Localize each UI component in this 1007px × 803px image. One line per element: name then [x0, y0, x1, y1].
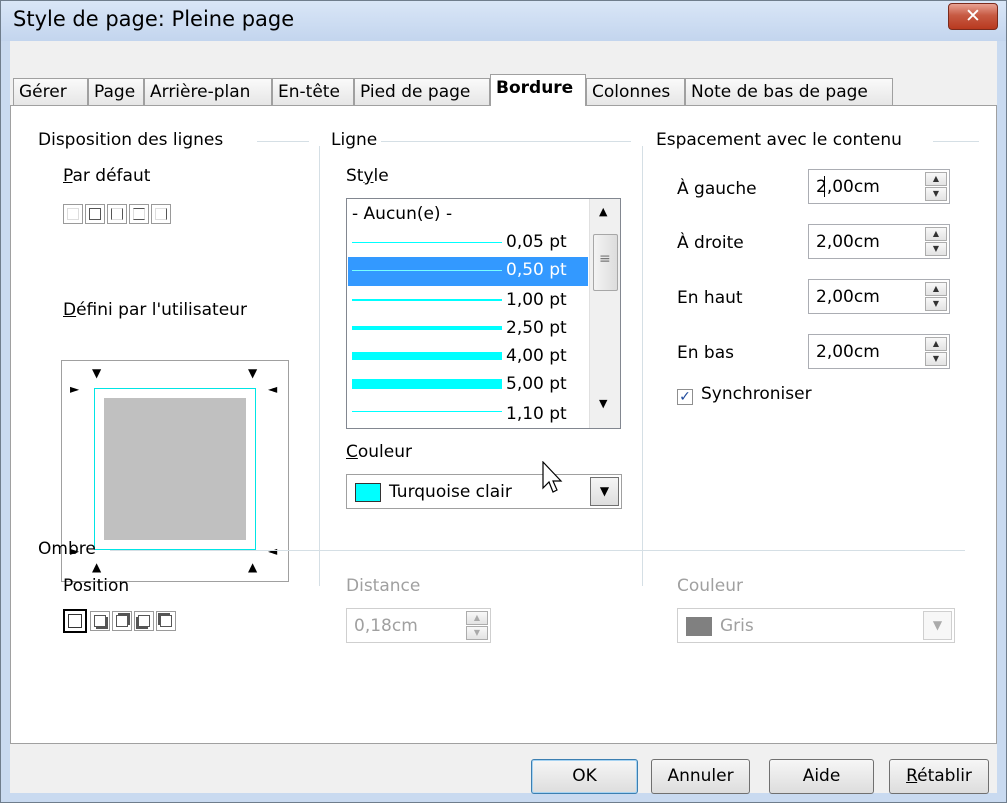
page-preview [104, 398, 246, 540]
scroll-up-icon[interactable]: ▲ [599, 205, 607, 218]
increment-icon[interactable]: ▲ [466, 611, 488, 625]
divider [110, 550, 965, 551]
line-style-item[interactable]: 5,00 pt [348, 371, 588, 400]
dialog-title: Style de page: Pleine page [13, 7, 295, 31]
style-label: Style [346, 166, 389, 186]
decrement-icon[interactable]: ▼ [925, 297, 947, 311]
mouse-pointer-icon [542, 461, 563, 493]
scroll-down-icon[interactable]: ▼ [599, 397, 607, 410]
left-spacing-field[interactable]: 2,00cm ▲ ▼ [808, 169, 950, 204]
chevron-down-icon[interactable]: ▼ [923, 611, 952, 640]
text-cursor [824, 176, 825, 197]
tab-arriere-plan[interactable]: Arrière-plan [144, 78, 272, 105]
decrement-icon[interactable]: ▼ [925, 187, 947, 201]
shadow-color-dropdown[interactable]: Gris ▼ [677, 608, 955, 643]
arrow-left-icon: ◄ [268, 382, 278, 396]
line-style-list[interactable]: - Aucun(e) - 0,05 pt 0,50 pt 1,00 pt 2,5… [346, 198, 621, 429]
chevron-down-icon[interactable]: ▼ [590, 477, 619, 506]
line-heading: Ligne [331, 130, 378, 150]
ok-button[interactable]: OK [531, 759, 638, 794]
dialog-window: Style de page: Pleine page ✕ Gérer Page … [0, 0, 1007, 803]
preset-none[interactable] [63, 204, 83, 224]
line-style-item[interactable]: 2,50 pt [348, 315, 588, 344]
shadow-top-right-option[interactable] [112, 611, 132, 631]
shadow-distance-label: Distance [346, 576, 421, 596]
spacing-heading: Espacement avec le contenu [656, 130, 902, 150]
line-style-item[interactable]: 0,05 pt [348, 229, 588, 258]
increment-icon[interactable]: ▲ [925, 227, 947, 241]
line-style-scrollbar[interactable]: ▲ ≡ ▼ [589, 199, 620, 428]
decrement-icon[interactable]: ▼ [925, 242, 947, 256]
divider [319, 146, 320, 586]
dialog-client: Gérer Page Arrière-plan En-tête Pied de … [10, 41, 997, 794]
arrow-up-icon: ▲ [92, 560, 102, 574]
right-spacing-label: À droite [677, 233, 744, 253]
line-style-item[interactable]: 1,10 pt [348, 401, 588, 428]
reset-button[interactable]: Rétablir [889, 759, 989, 794]
increment-icon[interactable]: ▲ [925, 337, 947, 351]
arrow-left-icon: ◄ [268, 544, 278, 558]
tab-note-de-bas-de-page[interactable]: Note de bas de page [685, 78, 893, 105]
tab-pied-de-page[interactable]: Pied de page [354, 78, 490, 105]
arrow-right-icon: ► [70, 382, 80, 396]
preset-top-bottom[interactable] [129, 204, 149, 224]
line-style-item[interactable]: - Aucun(e) - [348, 201, 588, 230]
close-button[interactable]: ✕ [948, 3, 998, 30]
shadow-heading: Ombre [38, 539, 96, 559]
increment-icon[interactable]: ▲ [925, 172, 947, 186]
color-swatch [686, 617, 712, 636]
arrow-down-icon: ▼ [92, 366, 102, 380]
line-arrangement-heading: Disposition des lignes [38, 130, 224, 150]
decrement-icon[interactable]: ▼ [466, 626, 488, 640]
help-button[interactable]: Aide [769, 759, 874, 794]
divider [257, 141, 309, 142]
color-label: Couleur [346, 442, 412, 462]
tab-bordure[interactable]: Bordure [490, 74, 586, 106]
default-label: Par défaut [63, 166, 151, 186]
increment-icon[interactable]: ▲ [925, 282, 947, 296]
tab-colonnes[interactable]: Colonnes [586, 78, 685, 105]
tab-gerer[interactable]: Gérer [13, 78, 88, 105]
divider [642, 146, 643, 586]
preset-box[interactable] [85, 204, 105, 224]
divider [933, 141, 979, 142]
synchronize-label: Synchroniser [701, 384, 812, 404]
shadow-bottom-left-option[interactable] [134, 611, 154, 631]
top-spacing-field[interactable]: 2,00cm ▲ ▼ [808, 279, 950, 314]
shadow-distance-field[interactable]: 0,18cm ▲ ▼ [346, 608, 491, 643]
shadow-bottom-right-option[interactable] [90, 611, 110, 631]
bottom-spacing-field[interactable]: 2,00cm ▲ ▼ [808, 334, 950, 369]
top-spacing-label: En haut [677, 288, 743, 308]
tab-en-tete[interactable]: En-tête [272, 78, 354, 105]
preset-left-right[interactable] [151, 204, 171, 224]
shadow-top-left-option[interactable] [156, 611, 176, 631]
left-spacing-label: À gauche [677, 179, 757, 199]
divider [381, 141, 631, 142]
line-style-item[interactable]: 1,00 pt [348, 287, 588, 316]
line-style-item[interactable]: 4,00 pt [348, 343, 588, 372]
user-defined-label: Défini par l'utilisateur [63, 300, 247, 320]
decrement-icon[interactable]: ▼ [925, 352, 947, 366]
right-spacing-field[interactable]: 2,00cm ▲ ▼ [808, 224, 950, 259]
color-swatch [355, 483, 381, 502]
line-color-dropdown[interactable]: Turquoise clair ▼ [346, 474, 622, 509]
title-bar: Style de page: Pleine page ✕ [1, 1, 1006, 41]
tab-page[interactable]: Page [88, 78, 144, 105]
arrow-up-icon: ▲ [248, 560, 258, 574]
arrow-down-icon: ▼ [248, 366, 258, 380]
line-style-item-selected[interactable]: 0,50 pt [348, 257, 588, 286]
cancel-button[interactable]: Annuler [651, 759, 750, 794]
shadow-position-label: Position [63, 576, 130, 596]
scroll-thumb[interactable]: ≡ [593, 234, 618, 291]
preset-box-lines[interactable] [107, 204, 127, 224]
shadow-none-option[interactable] [63, 609, 87, 633]
shadow-color-label: Couleur [677, 576, 743, 596]
bottom-spacing-label: En bas [677, 343, 734, 363]
border-tab-panel: Disposition des lignes Par défaut Défini… [10, 105, 997, 744]
synchronize-checkbox[interactable]: ✓ [677, 389, 693, 405]
